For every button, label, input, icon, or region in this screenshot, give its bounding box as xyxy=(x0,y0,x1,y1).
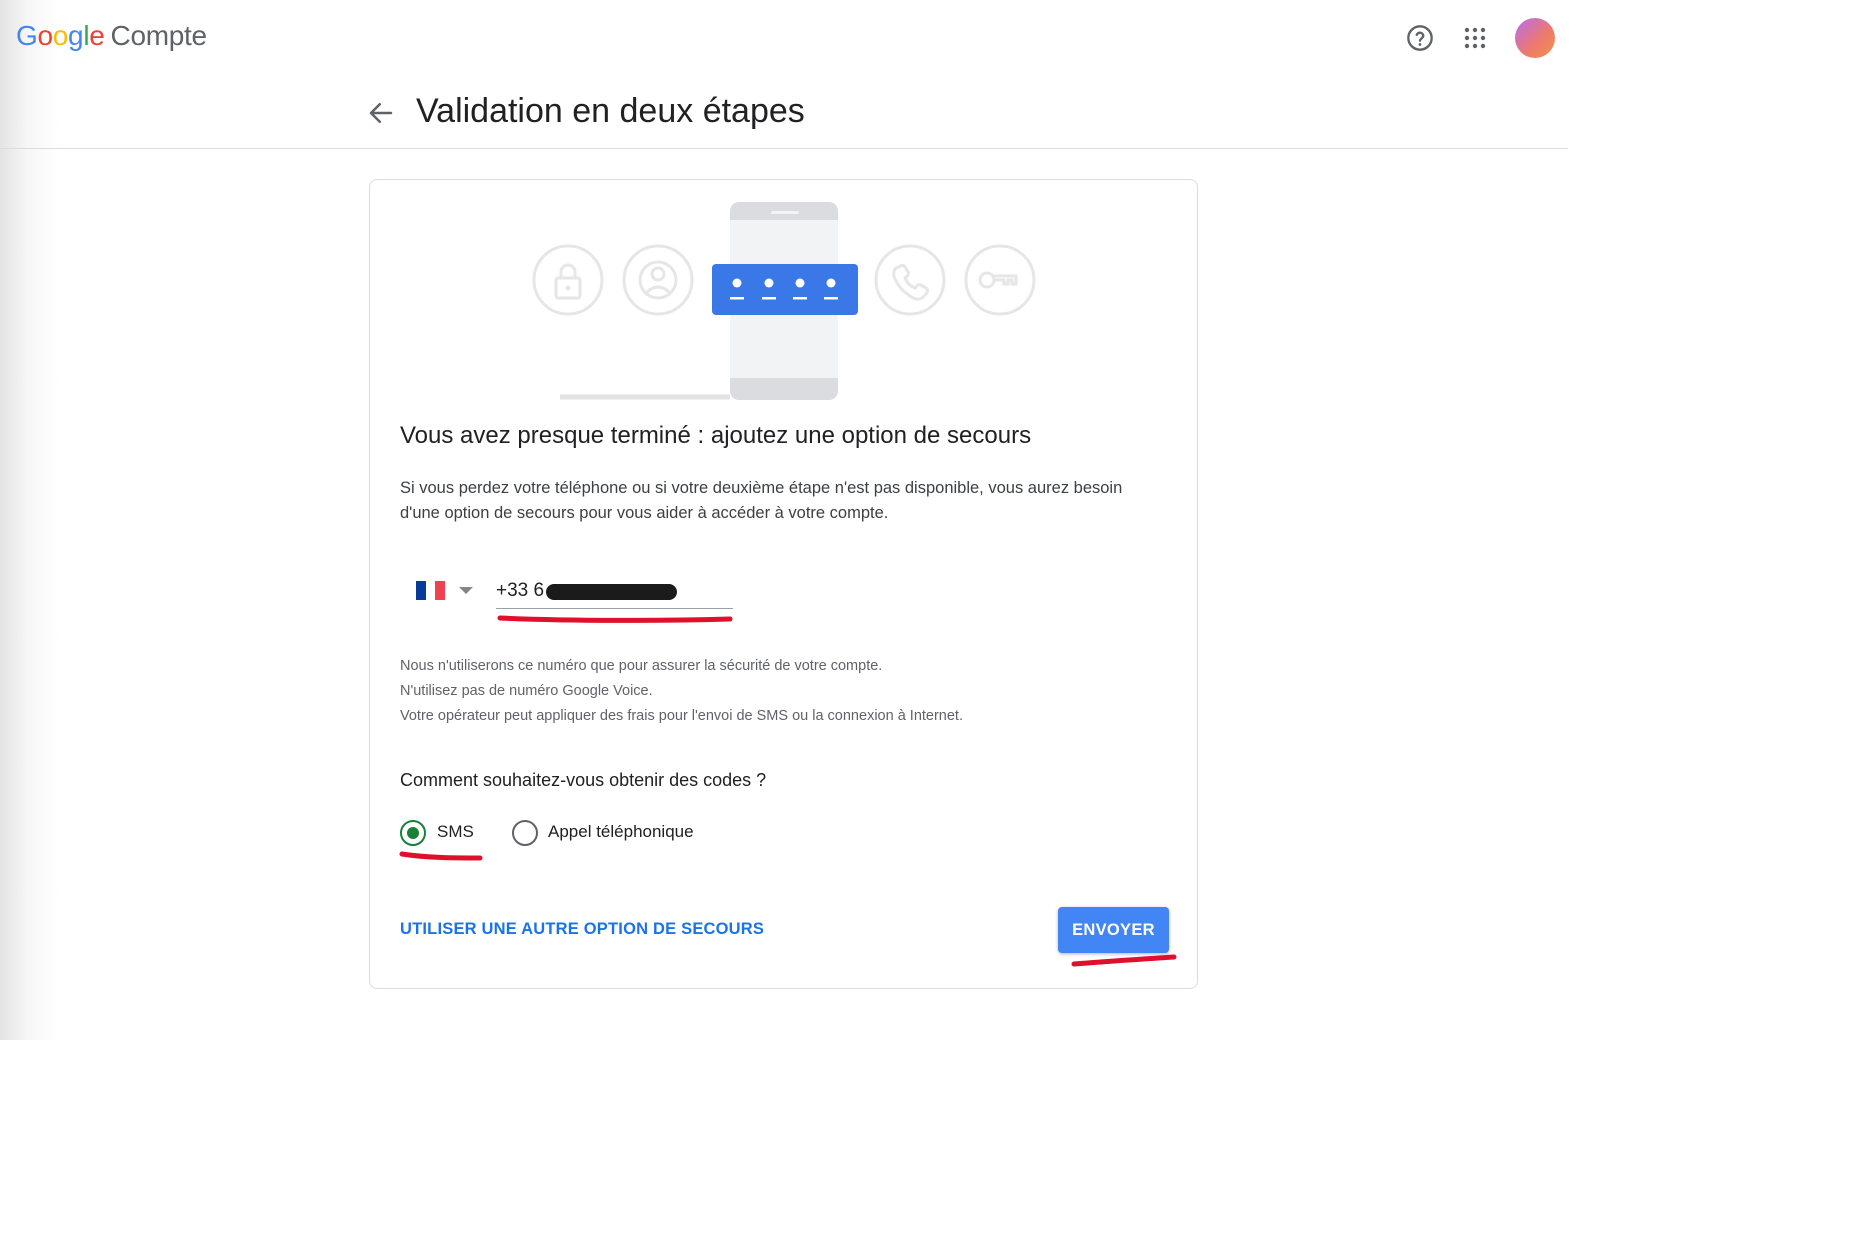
red-annotation-underline xyxy=(399,851,483,861)
help-icon[interactable] xyxy=(1402,20,1438,56)
backup-option-card: Vous avez presque terminé : ajoutez une … xyxy=(369,179,1198,989)
logo-letter: o xyxy=(52,20,69,51)
redacted-phone-digits xyxy=(546,584,677,600)
google-account-logo[interactable]: Google Compte xyxy=(16,20,207,52)
info-note: Nous n'utiliserons ce numéro que pour as… xyxy=(400,658,883,674)
left-edge-shadow xyxy=(0,0,60,1040)
avatar[interactable] xyxy=(1515,18,1555,58)
card-description: Si vous perdez votre téléphone ou si vot… xyxy=(400,479,1123,522)
card-heading: Vous avez presque terminé : ajoutez une … xyxy=(400,422,1032,449)
title-bar: Validation en deux étapes xyxy=(0,78,1568,149)
product-name: Compte xyxy=(110,20,208,51)
logo-letter: G xyxy=(16,20,38,51)
apps-grid-icon[interactable] xyxy=(1457,20,1493,56)
info-note: N'utilisez pas de numéro Google Voice. xyxy=(400,683,653,699)
back-arrow-icon[interactable] xyxy=(366,98,396,128)
two-step-illustration xyxy=(532,202,1036,400)
logo-letter: e xyxy=(89,20,105,51)
phone-call-radio-label[interactable]: Appel téléphonique xyxy=(548,822,694,842)
phone-call-radio[interactable] xyxy=(512,820,538,846)
other-backup-option-link[interactable]: UTILISER UNE AUTRE OPTION DE SECOURS xyxy=(400,920,764,939)
country-flag-france[interactable] xyxy=(416,581,446,600)
red-annotation-underline xyxy=(1071,954,1177,967)
phone-prefix: +33 6 xyxy=(496,580,545,601)
red-annotation-underline xyxy=(497,615,733,623)
logo-letter: g xyxy=(68,20,84,51)
page-title: Validation en deux étapes xyxy=(416,92,805,130)
info-note: Votre opérateur peut appliquer des frais… xyxy=(400,708,963,724)
phone-number-input[interactable]: +33 6 xyxy=(496,580,544,602)
top-bar: Google Compte xyxy=(0,0,1568,78)
country-dropdown-arrow-icon[interactable] xyxy=(459,587,473,594)
code-method-question: Comment souhaitez-vous obtenir des codes… xyxy=(400,770,767,790)
sms-radio-label[interactable]: SMS xyxy=(437,822,474,842)
logo-letter: o xyxy=(37,20,53,51)
